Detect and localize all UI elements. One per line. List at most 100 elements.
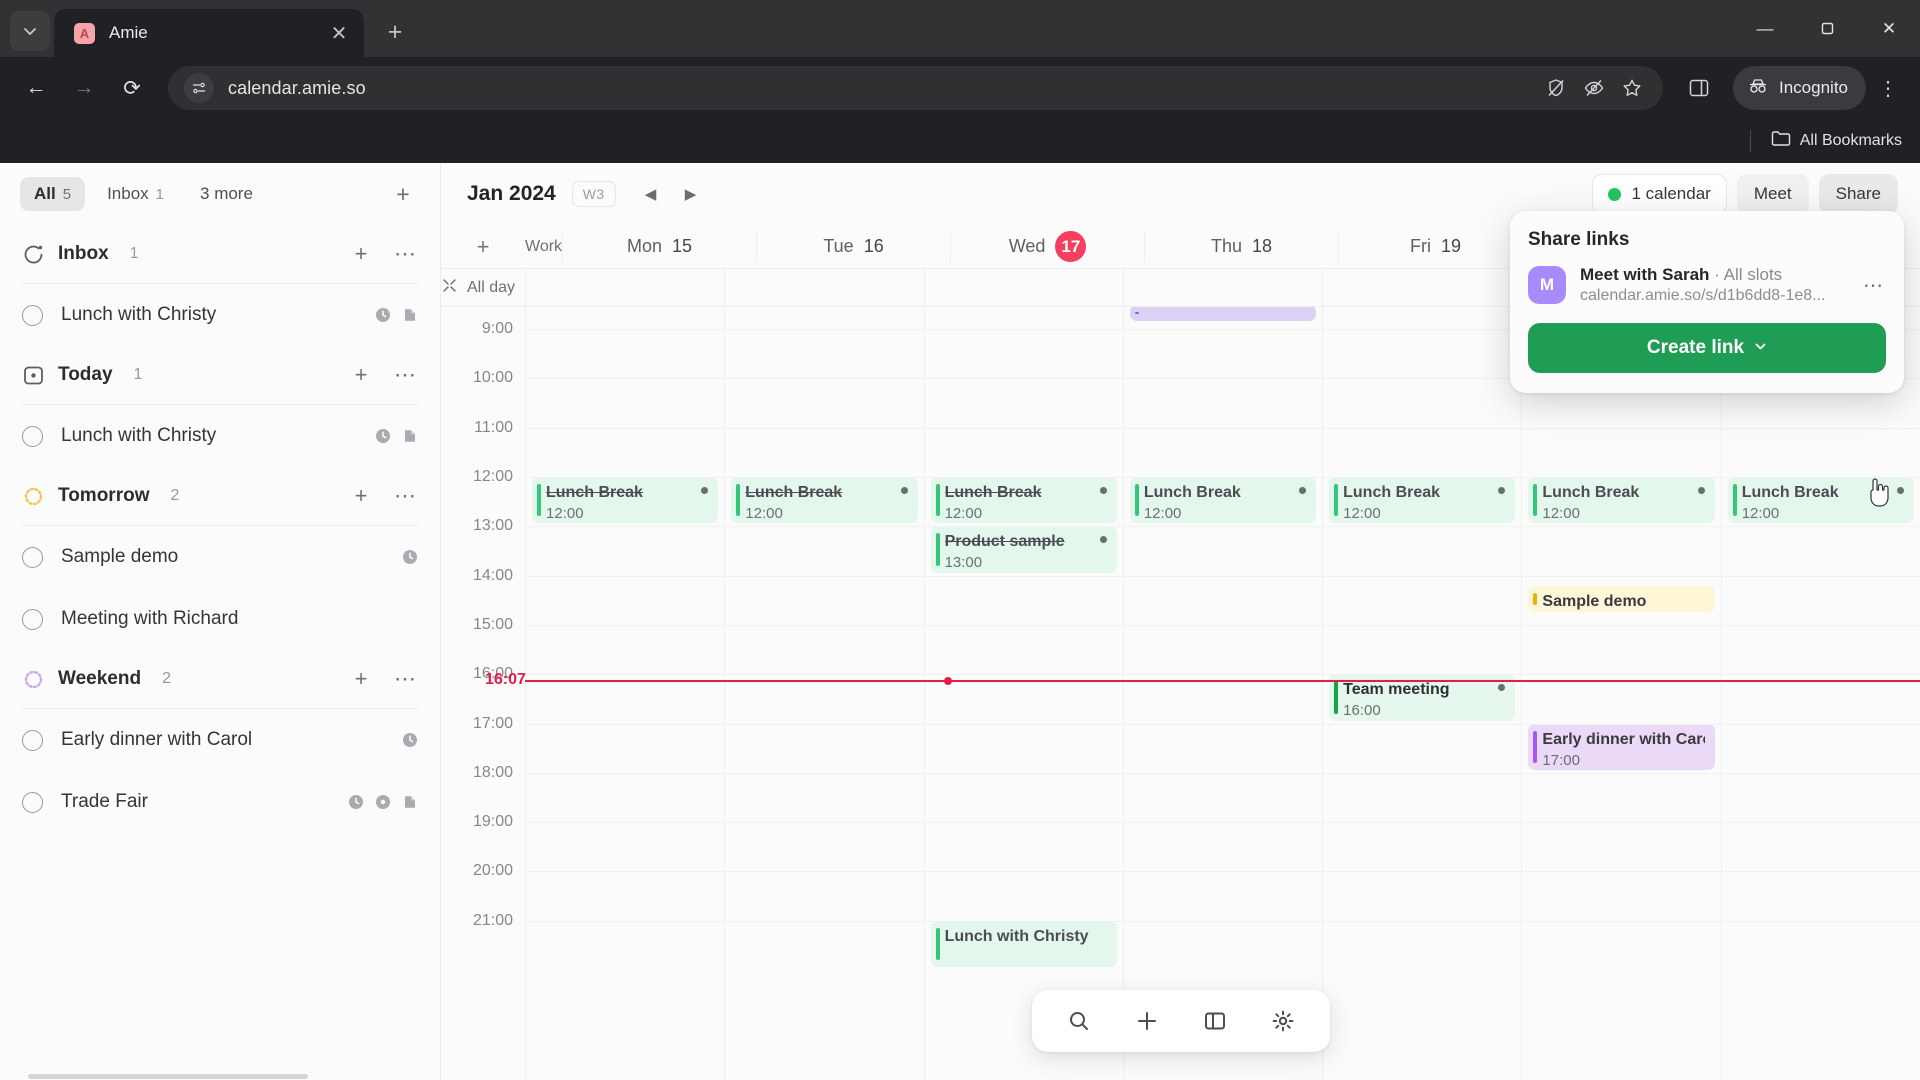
day-header-mon[interactable]: Mon 15 [562,231,756,262]
all-day-cell[interactable] [923,269,1123,306]
share-link-item[interactable]: M Meet with Sarah · All slots calendar.a… [1528,265,1886,305]
plus-icon[interactable]: + [348,362,374,388]
week-badge[interactable]: W3 [571,181,616,207]
all-day-cell[interactable] [1122,269,1322,306]
list-item[interactable]: Lunch with Christy [0,405,440,467]
plus-icon[interactable]: + [374,11,416,53]
event-status-dot [1099,487,1107,495]
all-day-cell[interactable] [1322,269,1521,306]
day-header-wed[interactable]: Wed 17 [950,231,1144,262]
calendar-event[interactable]: Lunch Break 12:00 [930,477,1117,524]
triangle-left-icon[interactable]: ◀ [640,183,662,205]
list-item[interactable]: Trade Fair [0,771,440,833]
day-header-fri[interactable]: Fri 19 [1338,231,1532,262]
sidebar-filter-tabs: All 5 Inbox 1 3 more + [0,163,440,225]
list-item[interactable]: Sample demo [0,526,440,588]
task-checkbox[interactable] [22,425,43,447]
calendar-event[interactable]: Lunch Break 12:00 [731,477,918,524]
calendar-event[interactable]: Lunch Break 12:00 [1329,477,1516,524]
close-icon[interactable]: ✕ [1858,0,1920,57]
calendar-event[interactable]: Lunch Break 12:00 [1528,477,1715,524]
calendar-event[interactable]: Lunch Break 12:00 [532,477,719,524]
calendar-event[interactable]: Early dinner with Carol 17:00 [1528,723,1715,770]
group-header-weekend[interactable]: Weekend 2 + ⋯ [0,650,440,708]
task-checkbox[interactable] [22,791,43,813]
three-dots-vertical-icon[interactable]: ⋮ [1870,66,1906,110]
day-column-tue[interactable]: Lunch Break 12:00 [724,307,923,1080]
collapse-icon[interactable] [442,278,457,298]
browser-window: A Amie ✕ + — ✕ ← → ⟳ calendar.amie.so In… [0,0,1920,1080]
search-icon[interactable] [1058,1000,1100,1042]
triangle-right-icon[interactable]: ▶ [680,183,702,205]
plus-icon[interactable]: + [348,666,374,692]
calendar-event[interactable]: Lunch Break 12:00 [1129,477,1317,524]
side-panel-icon[interactable] [1677,66,1721,110]
all-day-cell[interactable] [525,269,724,306]
ellipsis-icon[interactable]: ⋯ [392,241,418,267]
forward-arrow-icon[interactable]: → [62,66,106,110]
calendar-event[interactable]: Sample demo [1528,585,1715,613]
calendar-event[interactable] [1129,307,1317,321]
day-column-mon[interactable]: Lunch Break 12:00 [525,307,724,1080]
panel-icon[interactable] [1194,1000,1236,1042]
task-checkbox[interactable] [22,304,43,326]
browser-tab[interactable]: A Amie ✕ [54,9,364,57]
gear-icon[interactable] [1262,1000,1304,1042]
ellipsis-icon[interactable]: ⋯ [1860,273,1886,298]
all-bookmarks-button[interactable]: All Bookmarks [1771,130,1902,152]
calendar-event[interactable]: Product sample 13:00 [930,526,1117,573]
day-header-thu[interactable]: Thu 18 [1144,231,1338,262]
list-item[interactable]: Lunch with Christy [0,284,440,346]
plus-icon[interactable] [1126,1000,1168,1042]
plus-icon[interactable]: + [348,483,374,509]
task-checkbox[interactable] [22,729,43,751]
back-arrow-icon[interactable]: ← [14,66,58,110]
reload-icon[interactable]: ⟳ [110,66,154,110]
tab-search-button[interactable] [10,11,50,51]
day-header-tue[interactable]: Tue 16 [756,231,950,262]
ellipsis-icon[interactable]: ⋯ [392,483,418,509]
calendar-event[interactable]: Lunch Break 12:00 [1727,477,1914,524]
list-item[interactable]: Meeting with Richard [0,588,440,650]
bookmark-star-icon[interactable] [1621,77,1643,99]
task-checkbox[interactable] [22,608,43,630]
tracking-protection-icon[interactable] [1545,77,1567,99]
day-column-thu[interactable]: Lunch Break 12:00 [1122,307,1322,1080]
share-button[interactable]: Share [1818,174,1898,214]
minimize-icon[interactable]: — [1734,0,1796,57]
ellipsis-icon[interactable]: ⋯ [392,666,418,692]
plus-icon[interactable]: + [441,234,525,260]
incognito-profile-button[interactable]: Incognito [1733,66,1866,110]
group-header-inbox[interactable]: Inbox 1 + ⋯ [0,225,440,283]
day-column-fri[interactable]: Lunch Break 12:00 Team meeting 16:00 [1322,307,1521,1080]
filter-chip-inbox[interactable]: Inbox 1 [93,177,178,211]
day-column-sun[interactable]: Lunch Break 12:00 [1720,307,1920,1080]
ellipsis-icon[interactable]: ⋯ [392,362,418,388]
group-header-today[interactable]: Today 1 + ⋯ [0,346,440,404]
filter-chip-all[interactable]: All 5 [20,177,86,211]
site-settings-icon[interactable] [184,73,214,103]
chevron-down-icon[interactable] [1754,337,1767,359]
day-column-sat[interactable]: Lunch Break 12:00 Sample demo Early dinner … [1521,307,1720,1080]
hide-password-icon[interactable] [1583,77,1605,99]
plus-icon[interactable]: + [348,241,374,267]
plus-icon[interactable]: + [386,177,420,211]
group-title: Today [58,364,113,385]
meet-button[interactable]: Meet [1736,174,1809,214]
filter-chip-3-more[interactable]: 3 more [186,177,267,211]
task-checkbox[interactable] [22,546,43,568]
maximize-icon[interactable] [1796,0,1858,57]
group-header-tomorrow[interactable]: Tomorrow 2 + ⋯ [0,467,440,525]
create-link-button[interactable]: Create link [1528,323,1886,373]
calendar-count-button[interactable]: 1 calendar [1592,174,1727,214]
calendar-grid-scroll[interactable]: 9:00 10:00 11:00 12:00 13:00 14:00 15:00 16:00 1… [441,307,1920,1080]
day-column-wed[interactable]: Lunch Break 12:00 Product sample 13:00 Lunch… [923,307,1123,1080]
scrollbar-thumb[interactable] [28,1074,308,1079]
calendar-event[interactable]: Lunch with Christy [930,920,1117,968]
share-link-title: Meet with Sarah [1580,265,1710,284]
all-day-cell[interactable] [724,269,923,306]
sidebar-scrollbar[interactable] [0,1072,441,1080]
close-icon[interactable]: ✕ [326,20,352,46]
list-item[interactable]: Early dinner with Carol [0,709,440,771]
address-bar[interactable]: calendar.amie.so [168,66,1663,110]
